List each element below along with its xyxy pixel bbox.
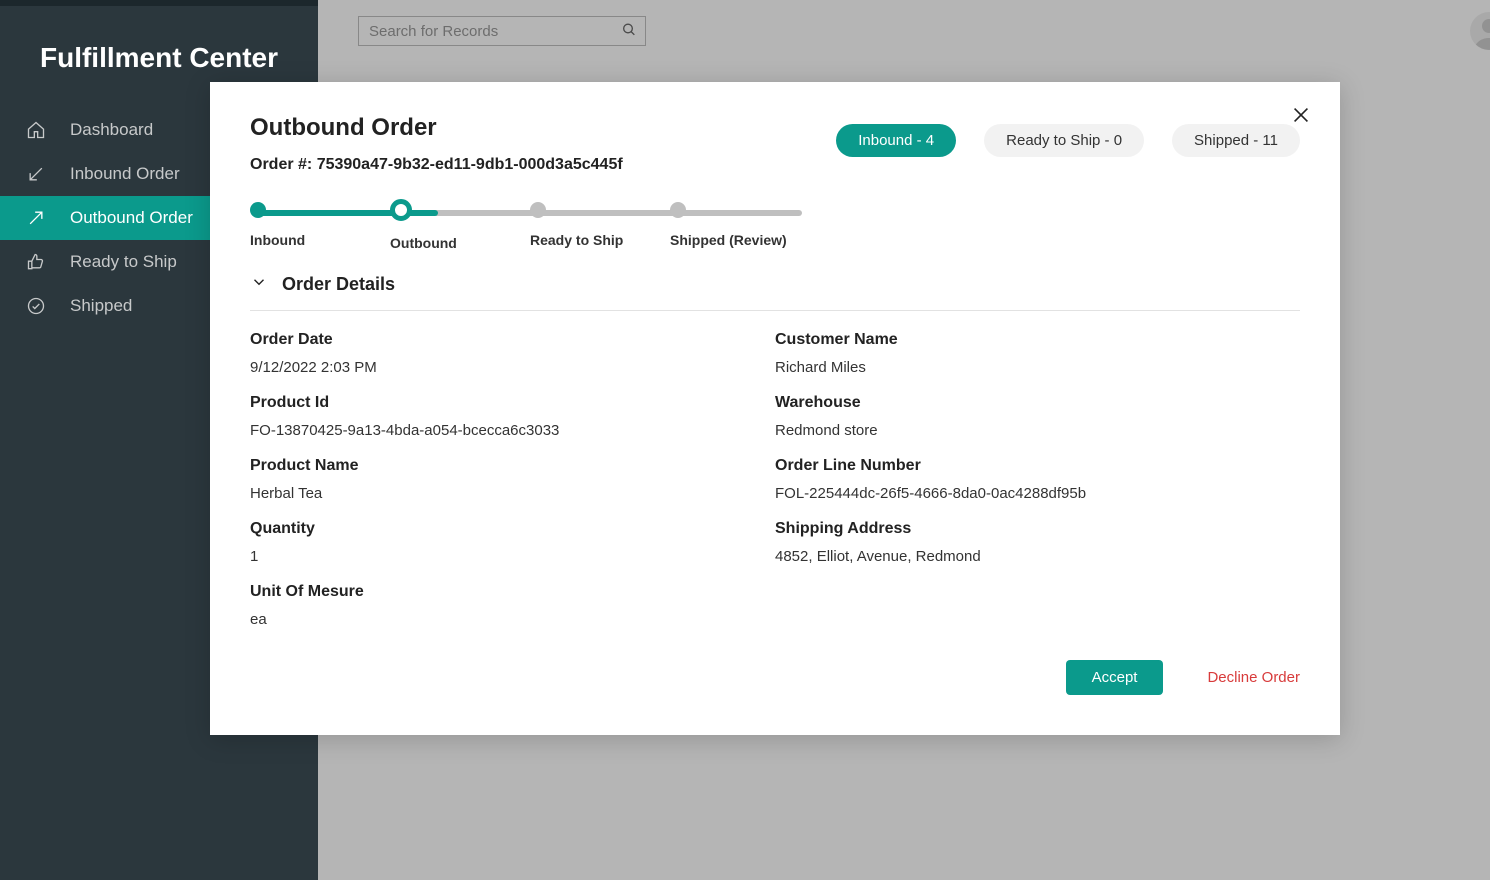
home-icon <box>26 120 46 140</box>
divider <box>250 310 1300 311</box>
decline-order-button[interactable]: Decline Order <box>1207 669 1300 686</box>
field-warehouse: Warehouse Redmond store <box>775 394 1300 439</box>
arrow-up-right-icon <box>26 208 46 228</box>
pill-inbound[interactable]: Inbound - 4 <box>836 124 956 157</box>
field-order-line-number: Order Line Number FOL-225444dc-26f5-4666… <box>775 457 1300 502</box>
sidebar-item-label: Dashboard <box>70 120 153 140</box>
sidebar-item-label: Inbound Order <box>70 164 180 184</box>
field-label: Unit Of Mesure <box>250 583 775 601</box>
thumbs-up-icon <box>26 252 46 272</box>
step-label: Shipped (Review) <box>670 232 787 248</box>
field-order-date: Order Date 9/12/2022 2:03 PM <box>250 331 775 376</box>
field-product-name: Product Name Herbal Tea <box>250 457 775 502</box>
section-title: Order Details <box>282 274 395 295</box>
field-label: Order Line Number <box>775 457 1300 475</box>
step-dot-pending-icon <box>530 202 546 218</box>
modal-actions: Accept Decline Order <box>250 660 1300 695</box>
sidebar-item-label: Shipped <box>70 296 132 316</box>
field-shipping-address: Shipping Address 4852, Elliot, Avenue, R… <box>775 520 1300 565</box>
chevron-down-icon <box>250 273 268 296</box>
close-icon[interactable] <box>1290 104 1312 129</box>
sidebar-item-label: Ready to Ship <box>70 252 177 272</box>
field-customer-name: Customer Name Richard Miles <box>775 331 1300 376</box>
step-inbound: Inbound <box>250 202 390 251</box>
order-details-toggle[interactable]: Order Details <box>250 273 1300 296</box>
pill-shipped[interactable]: Shipped - 11 <box>1172 124 1300 157</box>
arrow-down-left-icon <box>26 164 46 184</box>
accept-button[interactable]: Accept <box>1066 660 1164 695</box>
outbound-order-modal: Outbound Order Order #: 75390a47-9b32-ed… <box>210 82 1340 735</box>
step-ready-to-ship: Ready to Ship <box>530 202 670 251</box>
step-label: Ready to Ship <box>530 232 623 248</box>
field-value: FOL-225444dc-26f5-4666-8da0-0ac4288df95b <box>775 485 1300 502</box>
step-dot-current-icon <box>390 199 412 221</box>
step-shipped-review: Shipped (Review) <box>670 202 810 251</box>
field-label: Quantity <box>250 520 775 538</box>
step-outbound: Outbound <box>390 202 530 251</box>
field-value: FO-13870425-9a13-4bda-a054-bcecca6c3033 <box>250 422 775 439</box>
sidebar-item-label: Outbound Order <box>70 208 193 228</box>
step-label: Inbound <box>250 232 305 248</box>
step-dot-pending-icon <box>670 202 686 218</box>
field-product-id: Product Id FO-13870425-9a13-4bda-a054-bc… <box>250 394 775 439</box>
details-right-column: Customer Name Richard Miles Warehouse Re… <box>775 321 1300 646</box>
order-number: Order #: 75390a47-9b32-ed11-9db1-000d3a5… <box>250 156 623 174</box>
field-value: Richard Miles <box>775 359 1300 376</box>
field-label: Product Name <box>250 457 775 475</box>
field-label: Product Id <box>250 394 775 412</box>
order-details: Order Date 9/12/2022 2:03 PM Product Id … <box>250 321 1300 646</box>
field-value: 4852, Elliot, Avenue, Redmond <box>775 548 1300 565</box>
field-value: 9/12/2022 2:03 PM <box>250 359 775 376</box>
pill-ready-to-ship[interactable]: Ready to Ship - 0 <box>984 124 1144 157</box>
check-circle-icon <box>26 296 46 316</box>
field-label: Order Date <box>250 331 775 349</box>
field-value: Redmond store <box>775 422 1300 439</box>
field-label: Warehouse <box>775 394 1300 412</box>
details-left-column: Order Date 9/12/2022 2:03 PM Product Id … <box>250 321 775 646</box>
step-dot-done-icon <box>250 202 266 218</box>
field-value: Herbal Tea <box>250 485 775 502</box>
progress-stepper: Inbound Outbound Ready to Ship Shipped (… <box>250 202 810 251</box>
field-value: 1 <box>250 548 775 565</box>
field-value: ea <box>250 611 775 628</box>
field-unit-of-measure: Unit Of Mesure ea <box>250 583 775 628</box>
field-label: Customer Name <box>775 331 1300 349</box>
modal-header: Outbound Order Order #: 75390a47-9b32-ed… <box>250 114 1300 174</box>
field-label: Shipping Address <box>775 520 1300 538</box>
field-quantity: Quantity 1 <box>250 520 775 565</box>
step-label: Outbound <box>390 235 457 251</box>
status-pills: Inbound - 4 Ready to Ship - 0 Shipped - … <box>836 124 1300 157</box>
modal-title: Outbound Order <box>250 114 623 142</box>
